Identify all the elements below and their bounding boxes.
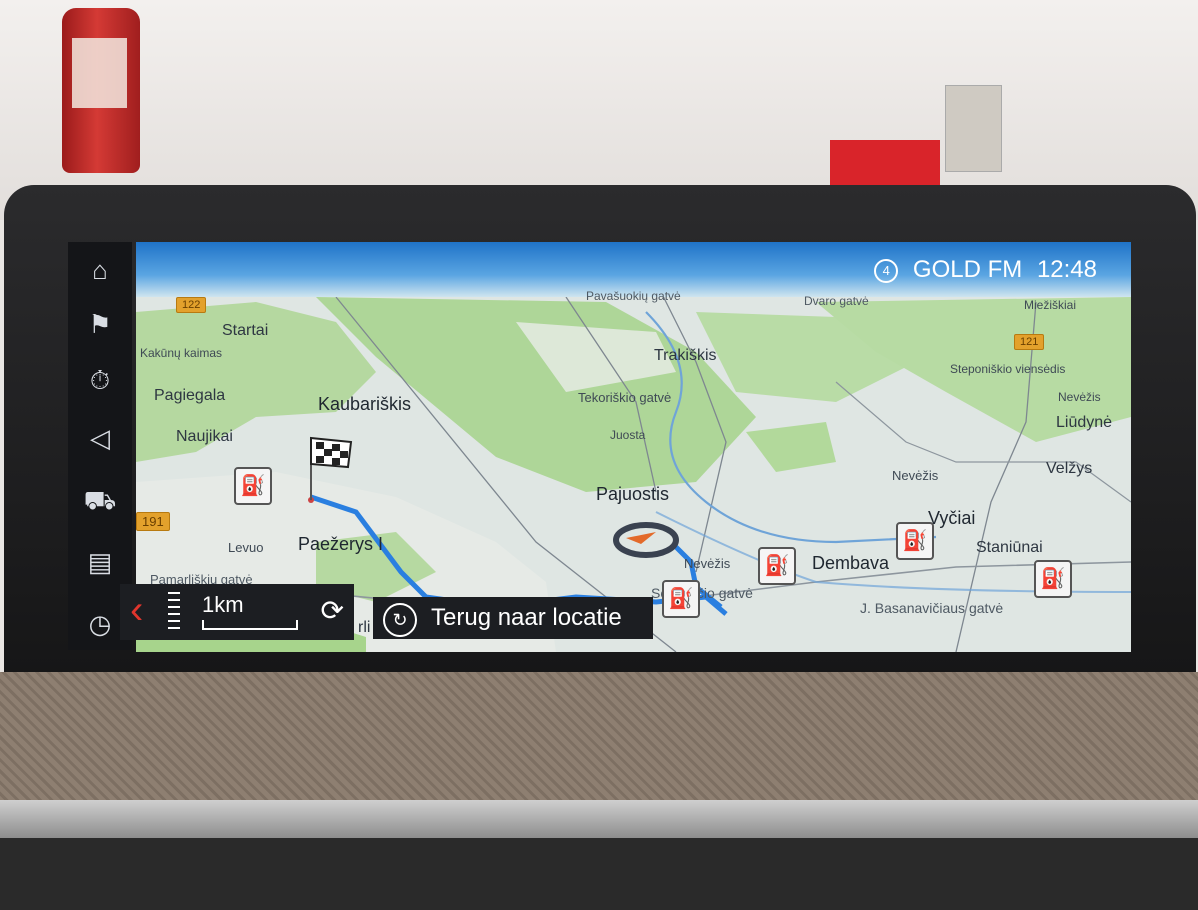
- place-label: Steponiškio viensėdis: [950, 362, 1066, 376]
- street-label: Pavašuokių gatvė: [586, 289, 681, 303]
- place-label: Miežiškiai: [1024, 298, 1077, 312]
- place-label: rli: [358, 619, 371, 636]
- air-vent: [0, 838, 1198, 910]
- place-label: Levuo: [228, 540, 264, 555]
- return-to-location-button[interactable]: ↻ Terug naar locatie: [373, 597, 653, 639]
- radio-station-name: GOLD FM: [912, 256, 1023, 283]
- car-icon[interactable]: ⛟: [82, 482, 118, 518]
- radio-station-badge: 4: [874, 259, 899, 283]
- place-label: Juosta: [610, 428, 646, 442]
- compass-icon[interactable]: ◷: [82, 606, 118, 642]
- place-label: Vyčiai: [928, 508, 976, 528]
- fuel-station-icon[interactable]: ⛽: [234, 467, 272, 505]
- volume-icon[interactable]: ◁: [82, 420, 118, 456]
- fire-extinguisher: [62, 8, 140, 173]
- place-label: Pagiegala: [154, 387, 226, 404]
- status-area[interactable]: 4 GOLD FM 12:48: [874, 256, 1097, 284]
- wall-panel: [945, 85, 1002, 172]
- place-label: Kaubariškis: [318, 394, 412, 414]
- place-label: Nevėžis: [684, 556, 731, 571]
- place-label: Staniūnai: [976, 539, 1043, 556]
- place-label: Tekoriškio gatvė: [578, 390, 672, 405]
- return-to-location-label: Terug naar locatie: [431, 604, 622, 631]
- location-icon: ↻: [383, 603, 417, 637]
- red-box: [830, 140, 940, 190]
- back-arrow-icon[interactable]: ‹: [130, 590, 143, 630]
- place-label: Naujikai: [176, 428, 233, 445]
- stopwatch-icon[interactable]: ⏱: [82, 362, 118, 398]
- home-icon[interactable]: ⌂: [82, 252, 118, 288]
- place-label: Dembava: [812, 553, 890, 573]
- fuel-station-icon[interactable]: ⛽: [896, 522, 934, 560]
- map-icon[interactable]: ▤: [82, 544, 118, 580]
- zoom-level-bars: [168, 592, 180, 632]
- map-scale-bar: [202, 620, 298, 630]
- route-shield: 121: [1014, 334, 1045, 350]
- sync-icon[interactable]: ⟳: [321, 594, 344, 627]
- navigation-hud[interactable]: ‹ 1km ⟳: [120, 584, 354, 640]
- place-label: Trakiškis: [654, 347, 717, 364]
- place-label: Nevėžis: [892, 468, 939, 483]
- street-label: J. Basanavičiaus gatvė: [860, 600, 1004, 616]
- fuel-station-icon[interactable]: ⛽: [662, 580, 700, 618]
- place-label: Paežerys I: [298, 534, 384, 554]
- checkered-flag-icon[interactable]: ⚑: [82, 306, 118, 342]
- clock: 12:48: [1036, 256, 1097, 283]
- place-label: Liūdynė: [1056, 414, 1113, 431]
- map-scale-label: 1km: [202, 592, 244, 617]
- dashboard-panel: [0, 672, 1198, 807]
- place-label: Kakūnų kaimas: [140, 346, 223, 360]
- place-label: Startai: [222, 322, 269, 339]
- place-label: Pajuostis: [596, 484, 670, 504]
- place-label: Nevėžis: [1058, 390, 1101, 404]
- place-label: Velžys: [1046, 460, 1093, 477]
- dashboard-trim: [0, 800, 1198, 840]
- route-shield: 191: [136, 512, 170, 531]
- fuel-station-icon[interactable]: ⛽: [1034, 560, 1072, 598]
- route-shield: 122: [176, 297, 207, 313]
- fuel-station-icon[interactable]: ⛽: [758, 547, 796, 585]
- street-label: Dvaro gatvė: [804, 294, 869, 308]
